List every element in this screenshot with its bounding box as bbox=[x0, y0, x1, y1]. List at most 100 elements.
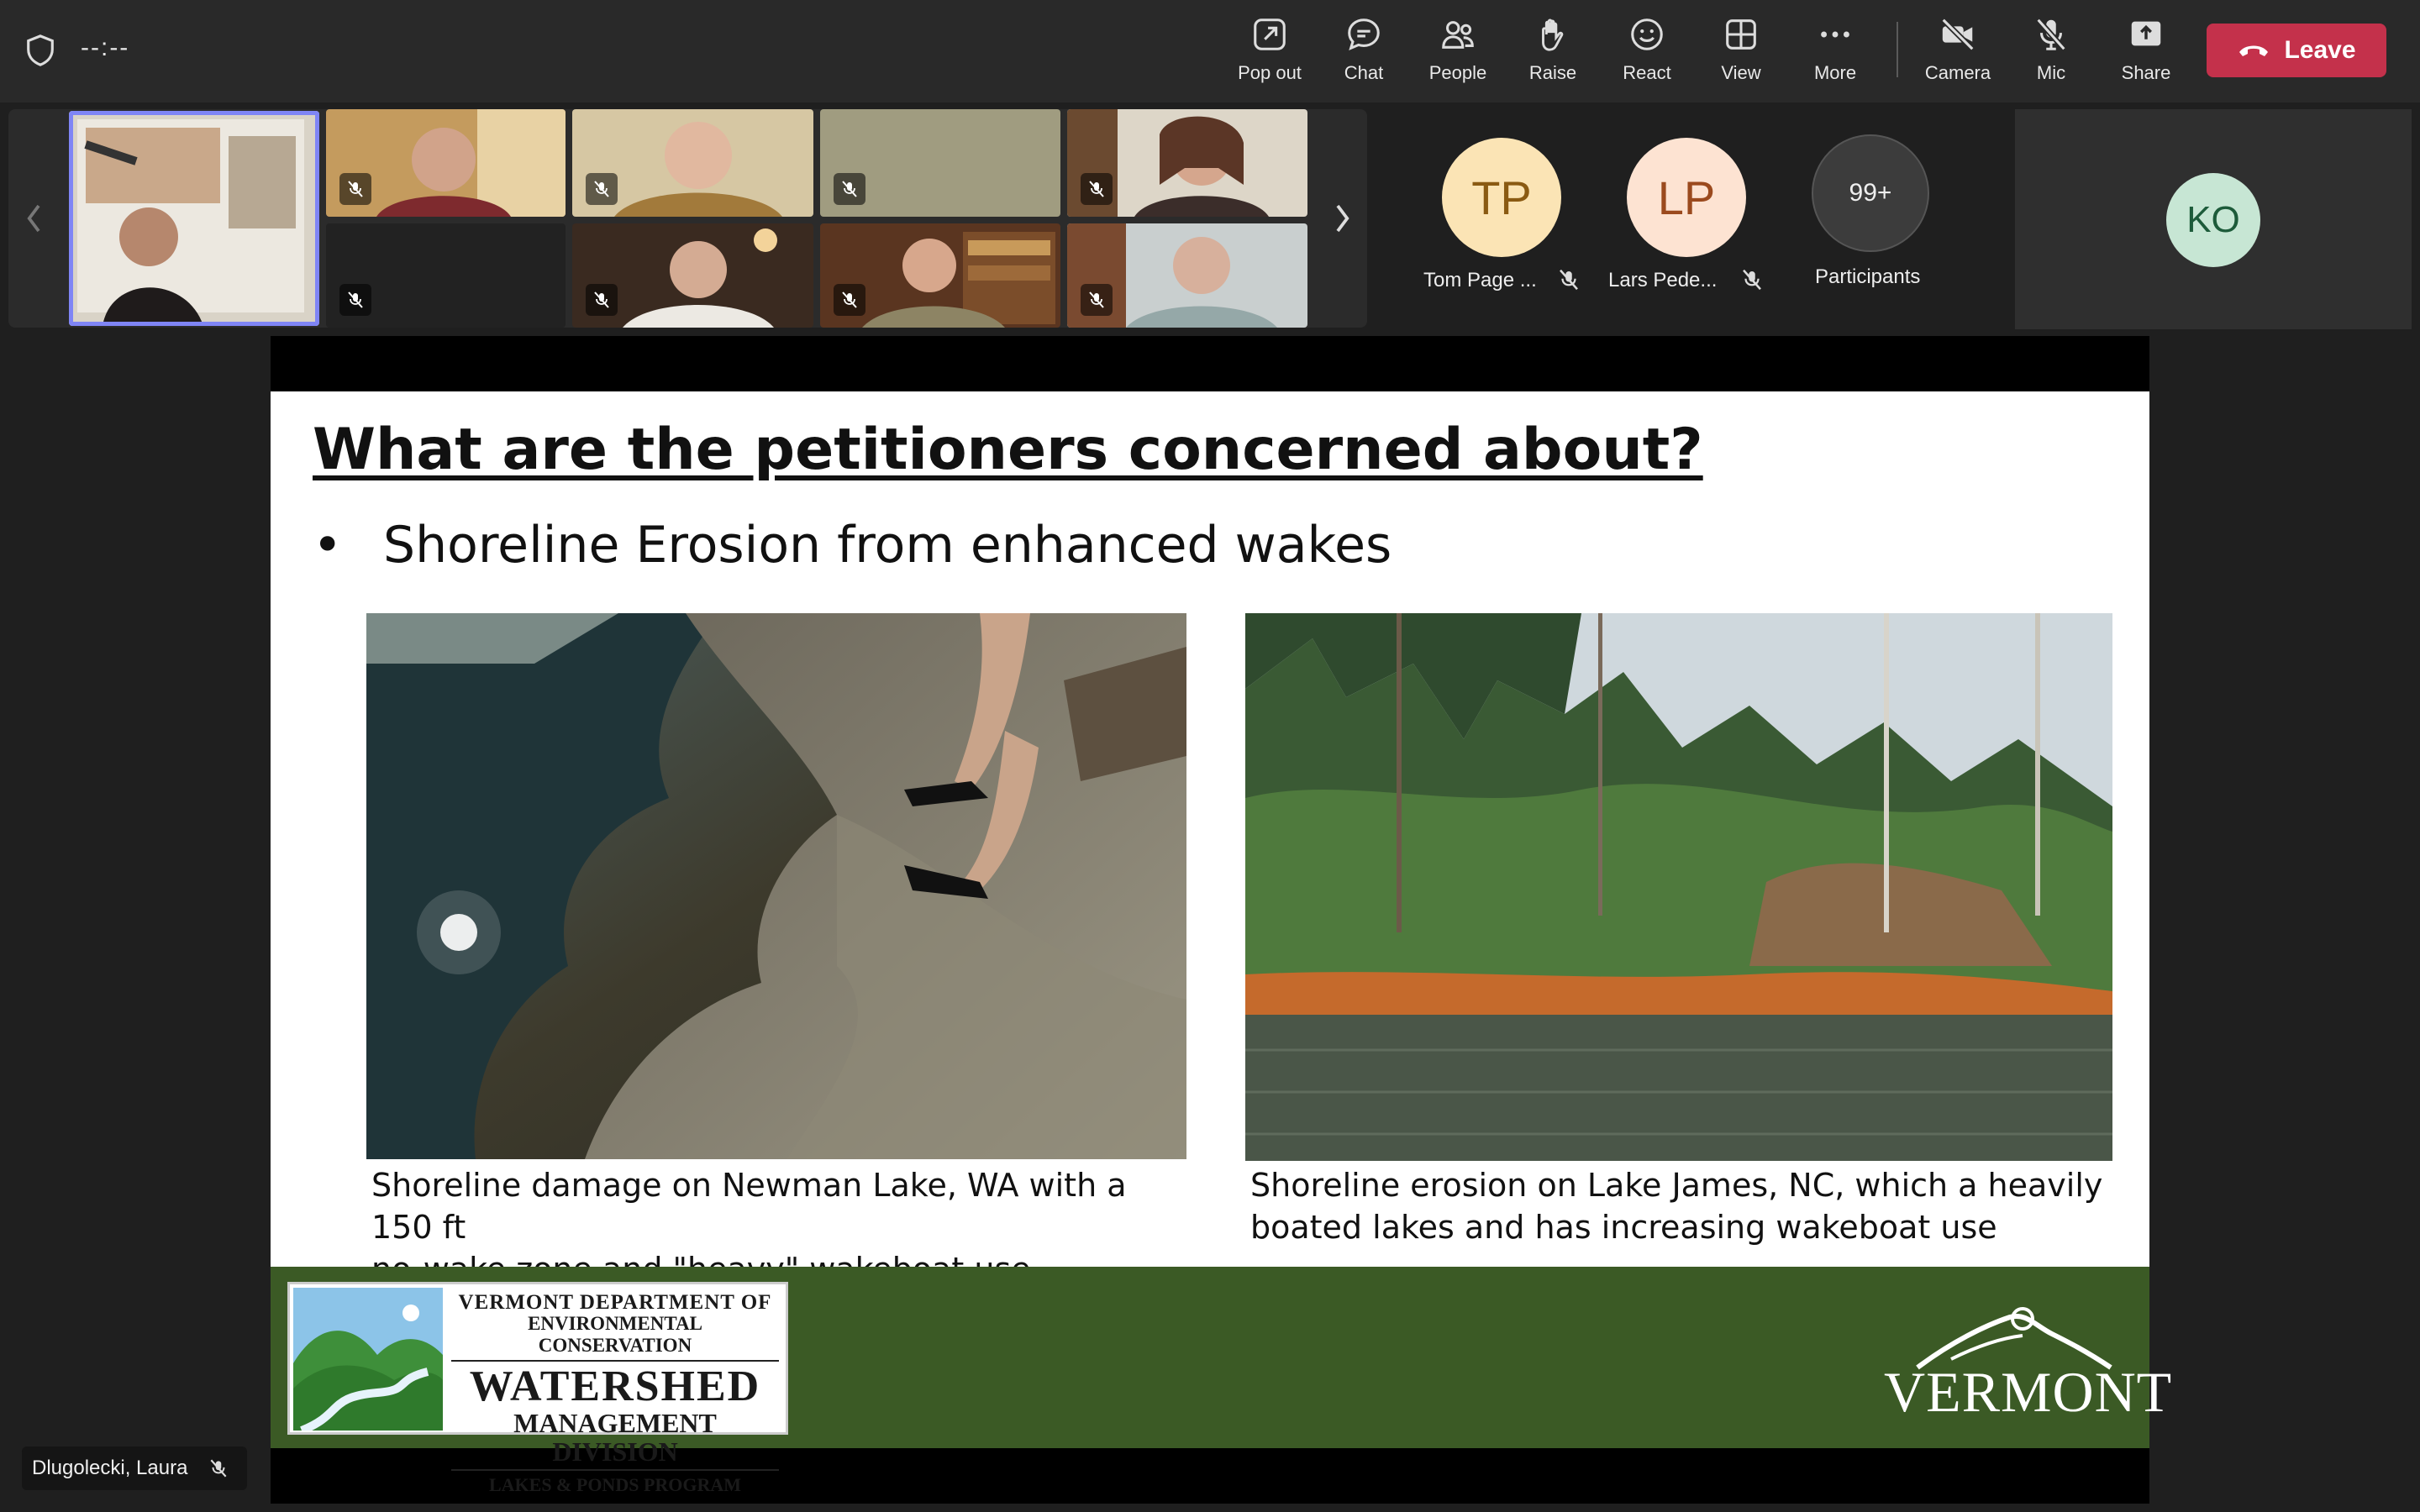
smiley-icon bbox=[1631, 18, 1663, 50]
caption-right-line-1: Shoreline erosion on Lake James, NC, whi… bbox=[1250, 1167, 2103, 1204]
caption-left-line-1: Shoreline damage on Newman Lake, WA with… bbox=[371, 1167, 1127, 1246]
mic-off-icon bbox=[842, 291, 857, 308]
share-label: Share bbox=[2121, 62, 2171, 83]
pop-out-label: Pop out bbox=[1238, 62, 1302, 83]
muted-indicator bbox=[834, 173, 865, 205]
avatar-initials: TP bbox=[1471, 171, 1532, 224]
video-tile[interactable] bbox=[1067, 223, 1307, 328]
chat-button[interactable]: Chat bbox=[1343, 15, 1385, 91]
avatar-ko[interactable]: KO bbox=[2166, 173, 2260, 267]
participants-label: Participants bbox=[1815, 265, 1921, 288]
muted-indicator bbox=[586, 173, 618, 205]
react-button[interactable]: React bbox=[1620, 15, 1674, 91]
slide-title: What are the petitioners concerned about… bbox=[313, 417, 1703, 483]
leave-button[interactable]: Leave bbox=[2207, 24, 2386, 77]
watershed-logo-graphic bbox=[293, 1288, 443, 1431]
raise-label: Raise bbox=[1528, 62, 1577, 83]
video-tile[interactable] bbox=[572, 109, 813, 217]
logo-line-3: WATERSHED bbox=[469, 1362, 761, 1410]
presenter-name: Dlugolecki, Laura bbox=[32, 1457, 188, 1479]
meeting-timer: --:-- bbox=[81, 34, 130, 61]
mic-off-icon bbox=[210, 1459, 227, 1478]
presenter-video bbox=[69, 111, 319, 326]
watershed-logo-text: VERMONT DEPARTMENT OF ENVIRONMENTAL CONS… bbox=[451, 1291, 779, 1496]
participant-name: Tom Page ... bbox=[1423, 269, 1537, 291]
mic-off-icon bbox=[594, 291, 609, 308]
people-icon bbox=[1442, 21, 1474, 49]
mic-button[interactable]: Mic bbox=[2032, 15, 2070, 91]
mic-off-icon bbox=[842, 181, 857, 197]
mic-label: Mic bbox=[2036, 62, 2066, 83]
more-button[interactable]: More bbox=[1810, 15, 1860, 91]
participant-count: 99+ bbox=[1849, 179, 1892, 207]
ellipsis-icon bbox=[1821, 31, 1849, 38]
logo-line-4: MANAGEMENT DIVISION bbox=[513, 1408, 717, 1467]
muted-indicator bbox=[586, 284, 618, 316]
participants-overflow-button[interactable]: 99+ bbox=[1812, 134, 1929, 252]
avatar-tp[interactable]: TP bbox=[1442, 138, 1561, 257]
grid-icon bbox=[1726, 19, 1756, 50]
leave-label: Leave bbox=[2284, 36, 2356, 64]
vermont-logo-text: VERMONT bbox=[1884, 1360, 2173, 1424]
photo-lake-james bbox=[1245, 613, 2112, 1161]
participant-name: Lars Pede... bbox=[1608, 269, 1718, 291]
caption-right-line-2: boated lakes and has increasing wakeboat… bbox=[1250, 1209, 1997, 1246]
mic-off-icon bbox=[1743, 269, 1761, 291]
presenter-name-chip: Dlugolecki, Laura bbox=[22, 1446, 247, 1490]
video-tile[interactable] bbox=[820, 109, 1060, 217]
video-tile-presenter[interactable] bbox=[69, 111, 319, 326]
mic-off-icon bbox=[594, 181, 609, 197]
video-tile[interactable] bbox=[326, 223, 566, 328]
people-button[interactable]: People bbox=[1427, 15, 1489, 91]
camera-label: Camera bbox=[1924, 62, 1991, 83]
avatar-lp[interactable]: LP bbox=[1627, 138, 1746, 257]
bullet-text: Shoreline Erosion from enhanced wakes bbox=[383, 516, 1392, 575]
mic-off-icon bbox=[1560, 269, 1578, 291]
muted-indicator bbox=[339, 173, 371, 205]
view-label: View bbox=[1721, 62, 1761, 83]
pop-out-icon bbox=[1254, 18, 1286, 50]
camera-button[interactable]: Camera bbox=[1923, 15, 1993, 91]
avatar-initials: LP bbox=[1657, 171, 1716, 224]
muted-indicator bbox=[339, 284, 371, 316]
logo-line-1: VERMONT DEPARTMENT OF bbox=[458, 1291, 772, 1314]
watershed-division-logo: VERMONT DEPARTMENT OF ENVIRONMENTAL CONS… bbox=[287, 1282, 788, 1495]
hand-icon bbox=[1542, 18, 1564, 51]
camera-off-icon bbox=[1941, 18, 1975, 51]
chat-label: Chat bbox=[1344, 62, 1384, 83]
muted-indicator bbox=[1081, 173, 1113, 205]
chevron-right-icon[interactable] bbox=[1329, 197, 1355, 239]
react-label: React bbox=[1623, 62, 1671, 83]
mic-off-icon bbox=[1089, 181, 1104, 197]
logo-line-5: LAKES & PONDS PROGRAM bbox=[488, 1474, 742, 1495]
chat-icon bbox=[1348, 18, 1380, 50]
muted-indicator bbox=[1081, 284, 1113, 316]
video-tile[interactable] bbox=[326, 109, 566, 217]
video-tile[interactable] bbox=[820, 223, 1060, 328]
caption-right: Shoreline erosion on Lake James, NC, whi… bbox=[1250, 1164, 2124, 1248]
raise-hand-button[interactable]: Raise bbox=[1528, 15, 1578, 91]
vermont-logo: VERMONT bbox=[1884, 1300, 2173, 1426]
view-button[interactable]: View bbox=[1721, 15, 1761, 91]
shared-slide: What are the petitioners concerned about… bbox=[271, 391, 2149, 1288]
photo-newman-lake bbox=[366, 613, 1186, 1159]
mic-off-icon bbox=[1089, 291, 1104, 308]
toolbar-divider bbox=[1897, 22, 1898, 77]
video-tile[interactable] bbox=[1067, 109, 1307, 217]
slide-footer: VERMONT DEPARTMENT OF ENVIRONMENTAL CONS… bbox=[271, 1267, 2173, 1495]
mic-off-icon bbox=[348, 181, 363, 197]
share-button[interactable]: Share bbox=[2121, 15, 2171, 91]
video-tile[interactable] bbox=[572, 223, 813, 328]
avatar-initials: KO bbox=[2186, 199, 2240, 240]
more-label: More bbox=[1813, 62, 1857, 83]
mic-off-icon bbox=[2036, 18, 2066, 51]
pop-out-button[interactable]: Pop out bbox=[1234, 15, 1306, 91]
meeting-toolbar: --:-- Pop out Chat People Raise React Vi… bbox=[0, 0, 2420, 102]
muted-indicator bbox=[834, 284, 865, 316]
shield-icon bbox=[27, 34, 54, 66]
bullet-marker: • bbox=[313, 516, 343, 575]
share-icon bbox=[2131, 21, 2161, 46]
logo-line-2: ENVIRONMENTAL CONSERVATION bbox=[528, 1313, 702, 1356]
phone-hangup-icon bbox=[2239, 45, 2269, 56]
chevron-left-icon[interactable] bbox=[22, 197, 47, 239]
